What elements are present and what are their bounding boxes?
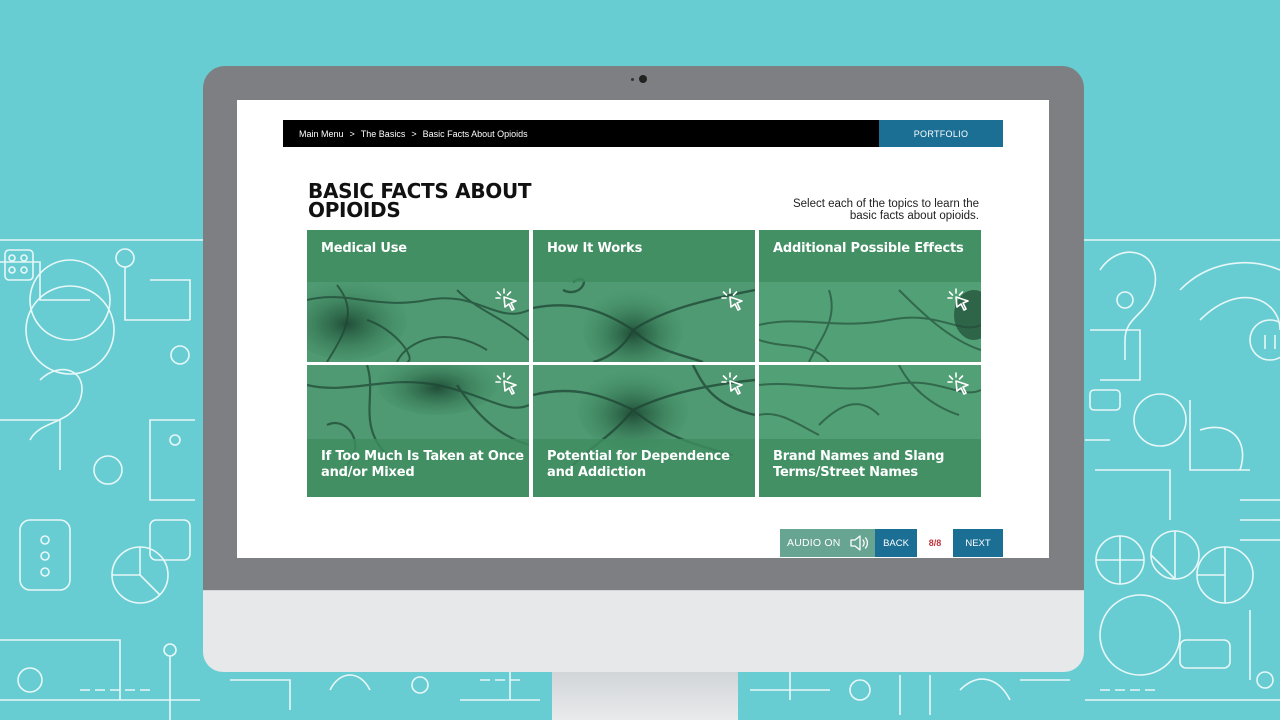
click-cursor-icon bbox=[721, 287, 747, 313]
page-title-line2: OPIOIDS bbox=[308, 198, 401, 222]
page-counter: 8/8 bbox=[928, 538, 942, 548]
click-cursor-icon bbox=[495, 287, 521, 313]
portfolio-button[interactable]: PORTFOLIO bbox=[879, 120, 1003, 147]
click-cursor-icon bbox=[495, 371, 521, 397]
instructions-text: Select each of the topics to learn the b… bbox=[749, 198, 979, 222]
breadcrumb-separator: > bbox=[411, 128, 417, 139]
breadcrumb-main-menu[interactable]: Main Menu bbox=[299, 129, 344, 139]
topic-tile-dependence-addiction[interactable]: Potential for Dependence and Addiction bbox=[533, 365, 755, 497]
camera bbox=[639, 75, 647, 83]
breadcrumb-separator: > bbox=[349, 128, 355, 139]
monitor-stand bbox=[552, 672, 738, 720]
topic-label-line2: and/or Mixed bbox=[321, 465, 415, 480]
instructions-line1: Select each of the topics to learn the bbox=[792, 198, 979, 210]
topic-label-line1: How It Works bbox=[547, 241, 643, 256]
back-button[interactable]: BACK bbox=[875, 529, 917, 557]
breadcrumb-current-page: Basic Facts About Opioids bbox=[422, 128, 528, 139]
topic-label: Medical Use bbox=[321, 241, 407, 257]
monitor-chin bbox=[203, 590, 1084, 672]
topic-label-line1: If Too Much Is Taken at Once bbox=[321, 449, 524, 464]
next-button[interactable]: NEXT bbox=[953, 529, 1003, 557]
topic-label-line1: Brand Names and Slang bbox=[773, 449, 945, 464]
topic-label: Potential for Dependence and Addiction bbox=[547, 449, 730, 481]
topic-label: If Too Much Is Taken at Once and/or Mixe… bbox=[321, 449, 524, 481]
click-cursor-icon bbox=[947, 371, 973, 397]
footer-controls: AUDIO ON BACK 8/8 NEXT bbox=[780, 529, 1003, 557]
topic-label-line1: Additional Possible Effects bbox=[773, 241, 964, 256]
course-screen: Main Menu > The Basics > Basic Facts Abo… bbox=[237, 100, 1049, 558]
topic-tile-additional-effects[interactable]: Additional Possible Effects bbox=[759, 230, 981, 362]
topic-tile-brand-slang-names[interactable]: Brand Names and Slang Terms/Street Names bbox=[759, 365, 981, 497]
page-title: BASIC FACTS ABOUT OPIOIDS bbox=[308, 181, 568, 222]
breadcrumb-the-basics[interactable]: The Basics bbox=[361, 129, 406, 139]
topic-label: Brand Names and Slang Terms/Street Names bbox=[773, 449, 944, 481]
topic-label-line1: Potential for Dependence bbox=[547, 449, 730, 464]
click-cursor-icon bbox=[721, 371, 747, 397]
top-nav-bar: Main Menu > The Basics > Basic Facts Abo… bbox=[283, 120, 1003, 147]
click-cursor-icon bbox=[947, 287, 973, 313]
topic-tile-how-it-works[interactable]: How It Works bbox=[533, 230, 755, 362]
topic-label-line1: Medical Use bbox=[321, 241, 407, 256]
topic-label: How It Works bbox=[547, 241, 642, 257]
camera-sensor bbox=[631, 78, 634, 81]
topic-grid: Medical Use How It Works Additional Poss… bbox=[307, 230, 982, 497]
speaker-icon bbox=[849, 535, 868, 551]
topic-tile-medical-use[interactable]: Medical Use bbox=[307, 230, 529, 362]
topic-tile-too-much-taken[interactable]: If Too Much Is Taken at Once and/or Mixe… bbox=[307, 365, 529, 497]
breadcrumb: Main Menu > The Basics > Basic Facts Abo… bbox=[299, 120, 528, 147]
topic-label-line2: and Addiction bbox=[547, 465, 646, 480]
instructions-line2: basic facts about opioids. bbox=[849, 210, 979, 222]
topic-label: Additional Possible Effects bbox=[773, 241, 964, 257]
audio-toggle-button[interactable]: AUDIO ON bbox=[780, 529, 875, 557]
topic-label-line2: Terms/Street Names bbox=[773, 465, 918, 480]
audio-label: AUDIO ON bbox=[787, 537, 841, 549]
